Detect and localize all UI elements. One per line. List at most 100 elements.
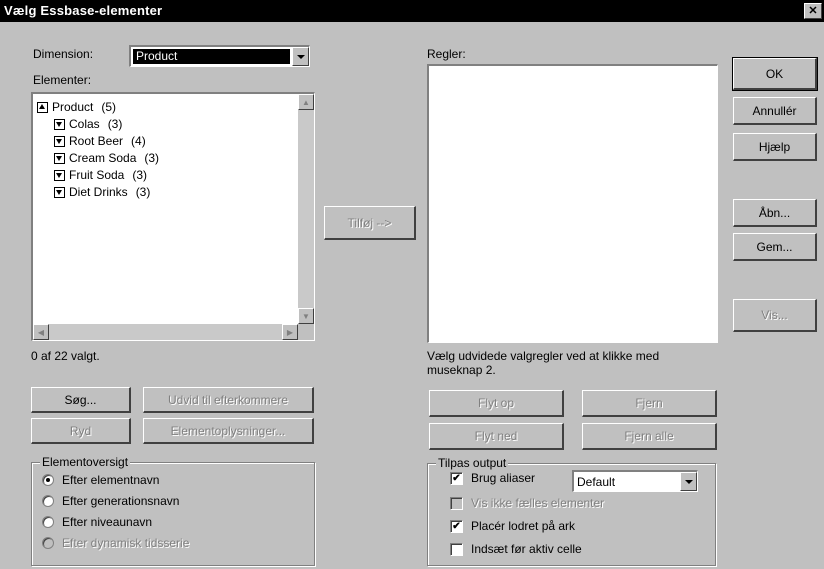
radio-icon bbox=[42, 516, 54, 528]
cancel-button[interactable]: Annullér bbox=[733, 97, 817, 125]
move-down-button[interactable]: Flyt ned bbox=[429, 423, 564, 450]
element-tree[interactable]: Product (5) Colas (3) Root Beer (4) Cream Soda… bbox=[31, 92, 315, 341]
ok-label: OK bbox=[765, 66, 784, 81]
tree-item[interactable]: Product (5) bbox=[37, 98, 116, 116]
overview-option[interactable]: Efter dynamisk tidsserie bbox=[42, 536, 189, 550]
ok-button[interactable]: OK bbox=[732, 57, 818, 91]
arrow-right-icon: ▶ bbox=[286, 327, 294, 337]
overview-option-label: Efter generationsnavn bbox=[62, 494, 180, 508]
radio-icon bbox=[42, 474, 54, 486]
dialog-title: Vælg Essbase-elementer bbox=[4, 3, 163, 18]
checkbox-box-icon bbox=[450, 496, 463, 510]
save-button[interactable]: Gem... bbox=[733, 233, 817, 261]
chevron-down-icon bbox=[296, 54, 305, 59]
insert-before-checkbox[interactable]: Indsæt før aktiv celle bbox=[450, 542, 582, 556]
alias-dropdown-button[interactable] bbox=[680, 472, 697, 491]
dimension-select[interactable]: Product bbox=[129, 45, 310, 67]
dimension-dropdown-button[interactable] bbox=[292, 47, 309, 66]
hide-shared-label: Vis ikke fælles elementer bbox=[471, 496, 605, 510]
scroll-right-button[interactable]: ▶ bbox=[282, 324, 298, 340]
tree-item-label: Cream Soda bbox=[69, 151, 137, 165]
tree-item-label: Root Beer bbox=[69, 134, 124, 148]
move-down-label: Flyt ned bbox=[474, 429, 518, 443]
expand-box-icon[interactable] bbox=[54, 135, 65, 147]
tree-item-label: Fruit Soda bbox=[69, 168, 125, 182]
checkbox-box-icon bbox=[450, 542, 463, 556]
output-group: Tilpas output ✔ Brug aliaser Default Vis … bbox=[427, 456, 716, 566]
checkmark-icon: ✔ bbox=[450, 519, 463, 533]
help-button[interactable]: Hjælp bbox=[733, 133, 817, 161]
close-button[interactable]: ✕ bbox=[804, 3, 822, 19]
tree-item-count: (3) bbox=[144, 151, 160, 165]
tree-item[interactable]: Colas (3) bbox=[54, 115, 122, 133]
show-button[interactable]: Vis... bbox=[733, 299, 817, 332]
overview-option[interactable]: Efter elementnavn bbox=[42, 473, 159, 487]
rules-label: Regler: bbox=[427, 47, 466, 61]
help-label: Hjælp bbox=[758, 139, 791, 154]
remove-all-button[interactable]: Fjern alle bbox=[582, 423, 717, 450]
chevron-down-icon bbox=[684, 479, 693, 484]
tree-item-count: (4) bbox=[131, 134, 146, 148]
tree-item[interactable]: Diet Drinks (3) bbox=[54, 183, 150, 201]
undo-label: Ryd bbox=[69, 423, 92, 438]
title-bar: Vælg Essbase-elementer ✕ bbox=[0, 0, 824, 22]
element-info-button[interactable]: Elementoplysninger... bbox=[143, 418, 314, 444]
use-aliases-label: Brug aliaser bbox=[471, 471, 536, 485]
move-up-button[interactable]: Flyt op bbox=[429, 390, 564, 417]
search-button[interactable]: Søg... bbox=[31, 387, 131, 413]
element-overview-title: Elementoversigt bbox=[40, 455, 131, 469]
place-vertical-checkbox[interactable]: ✔ Placér lodret på ark bbox=[450, 519, 575, 533]
tree-item[interactable]: Root Beer (4) bbox=[54, 132, 146, 150]
overview-option-label: Efter dynamisk tidsserie bbox=[62, 536, 190, 550]
element-info-label: Elementoplysninger... bbox=[170, 423, 286, 438]
tree-item-count: (3) bbox=[132, 168, 148, 182]
scroll-left-button[interactable]: ◀ bbox=[33, 324, 49, 340]
remove-button[interactable]: Fjern bbox=[582, 390, 717, 417]
scroll-down-button[interactable]: ▼ bbox=[298, 308, 314, 324]
expand-box-icon[interactable] bbox=[54, 169, 65, 181]
remove-label: Fjern bbox=[635, 396, 663, 410]
expand-descendants-label: Udvid til efterkommere bbox=[167, 392, 289, 407]
arrow-left-icon: ◀ bbox=[37, 327, 45, 337]
expand-box-icon[interactable] bbox=[54, 152, 65, 164]
overview-option-label: Efter niveaunavn bbox=[62, 515, 153, 529]
arrow-down-icon: ▼ bbox=[302, 311, 310, 321]
arrow-up-icon: ▲ bbox=[302, 97, 310, 107]
output-title: Tilpas output bbox=[436, 456, 509, 470]
selection-status: 0 af 22 valgt. bbox=[31, 349, 100, 363]
close-icon: ✕ bbox=[808, 5, 818, 17]
open-button[interactable]: Åbn... bbox=[733, 199, 817, 227]
alias-table-value: Default bbox=[577, 475, 616, 489]
dimension-value: Product bbox=[133, 49, 290, 64]
tree-item[interactable]: Fruit Soda (3) bbox=[54, 166, 147, 184]
overview-option-label: Efter elementnavn bbox=[62, 473, 160, 487]
expand-box-icon[interactable] bbox=[54, 118, 65, 130]
tree-item-count: (3) bbox=[107, 117, 123, 131]
use-aliases-checkbox[interactable]: ✔ Brug aliaser bbox=[450, 471, 535, 485]
cancel-label: Annullér bbox=[752, 103, 797, 118]
tree-item-count: (5) bbox=[101, 100, 117, 114]
move-up-label: Flyt op bbox=[477, 396, 514, 410]
expand-descendants-button[interactable]: Udvid til efterkommere bbox=[143, 387, 314, 413]
expand-box-icon[interactable] bbox=[54, 186, 65, 198]
tree-item[interactable]: Cream Soda (3) bbox=[54, 149, 159, 167]
tree-item-label: Colas bbox=[69, 117, 100, 131]
tree-hscroll-track[interactable]: ◀ ▶ bbox=[33, 324, 298, 340]
remove-all-label: Fjern alle bbox=[624, 429, 674, 443]
search-button-label: Søg... bbox=[64, 392, 97, 407]
insert-before-label: Indsæt før aktiv celle bbox=[471, 542, 582, 556]
alias-table-select[interactable]: Default bbox=[572, 470, 698, 492]
overview-option[interactable]: Efter generationsnavn bbox=[42, 494, 179, 508]
scroll-up-button[interactable]: ▲ bbox=[298, 94, 314, 110]
collapse-box-icon[interactable] bbox=[37, 101, 48, 113]
overview-option[interactable]: Efter niveaunavn bbox=[42, 515, 152, 529]
rules-list[interactable] bbox=[427, 64, 718, 343]
hide-shared-checkbox[interactable]: Vis ikke fælles elementer bbox=[450, 496, 604, 510]
radio-icon bbox=[42, 537, 54, 549]
save-label: Gem... bbox=[756, 239, 793, 254]
undo-button[interactable]: Ryd bbox=[31, 418, 131, 444]
place-vertical-label: Placér lodret på ark bbox=[471, 519, 576, 533]
add-label: Tilføj --> bbox=[347, 215, 392, 230]
add-button[interactable]: Tilføj --> bbox=[324, 206, 416, 240]
tree-vscroll-track[interactable]: ▲ ▼ bbox=[298, 94, 314, 324]
